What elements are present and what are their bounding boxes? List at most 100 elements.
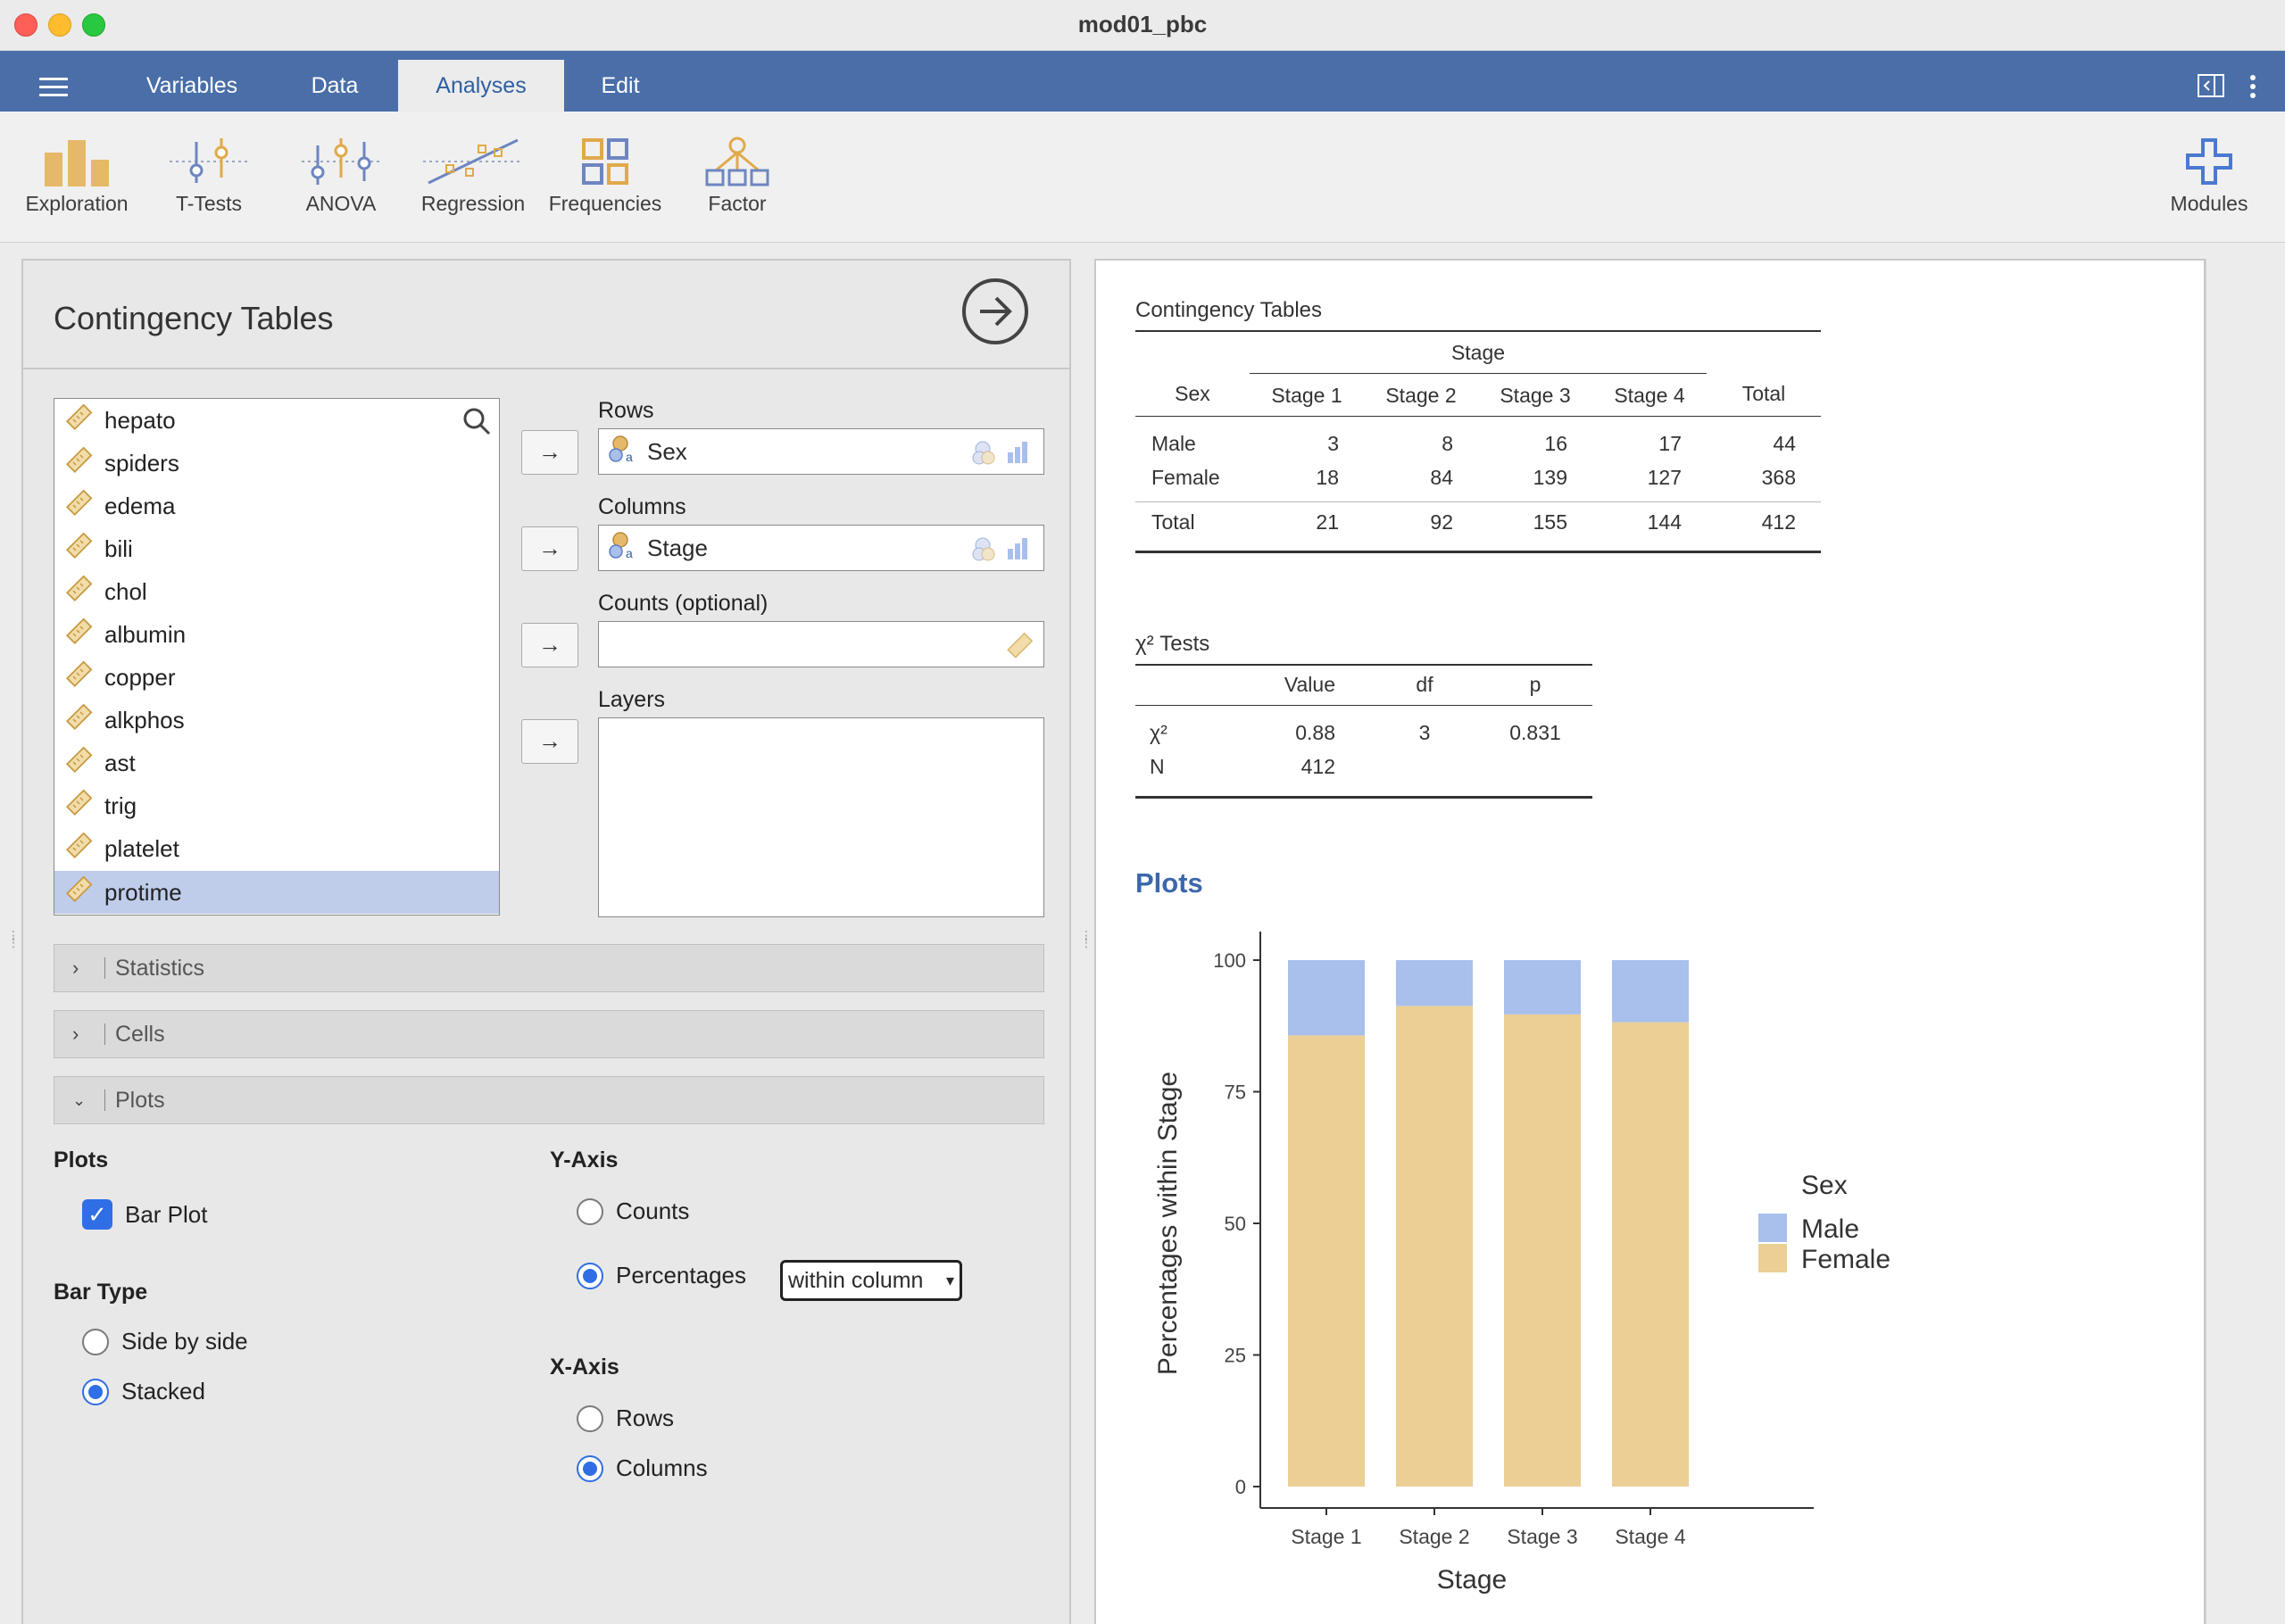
stacked-radio[interactable]: Stacked [82,1378,205,1405]
table-row-label: Total [1151,510,1195,534]
regression-label: Regression [420,192,526,215]
more-options-icon[interactable] [2249,74,2256,105]
chevron-down-icon: ⌄ [72,1091,87,1109]
run-analysis-button[interactable] [962,278,1028,344]
legend-swatch-female [1758,1244,1787,1272]
variable-list-item[interactable]: bili [54,527,499,570]
t-tests-button[interactable]: T-Tests [142,137,276,216]
move-to-columns-button[interactable]: → [521,526,578,571]
percentages-within-select[interactable]: within column ▾ [780,1260,962,1301]
x-columns-radio[interactable]: Columns [577,1454,708,1482]
move-to-rows-button[interactable]: → [521,430,578,475]
group-header-rule [1250,373,1707,374]
frequencies-icon [582,138,628,185]
variable-list-item[interactable]: edema [54,485,499,527]
variable-list-item[interactable]: trig [54,785,499,828]
arrow-right-icon [980,296,1012,327]
t-tests-icon [170,138,248,183]
bar-plot-label: Bar Plot [125,1200,208,1228]
rows-field[interactable]: a Sex [598,428,1044,475]
stacked-bar-chart: 0 25 50 75 100 Stage 1 Stage 2 Stage 3 Stage 4 St… [1153,932,1890,1595]
variable-list-item[interactable]: hepato [54,399,499,442]
cells-section-header[interactable]: › Cells [54,1010,1044,1058]
variable-name: albumin [104,621,187,649]
side-by-side-radio[interactable]: Side by side [82,1328,248,1355]
variable-list-item[interactable]: chol [54,570,499,613]
svg-text:a: a [626,546,633,560]
chisq-top-rule [1135,664,1592,666]
bar-plot-checkbox[interactable]: ✓ Bar Plot [82,1199,208,1230]
radio-on-icon [577,1262,603,1289]
chevron-down-icon: ▾ [945,1272,954,1289]
variable-name: hepato [104,406,176,434]
table-cell: 17 [1658,432,1682,455]
results-scroll-area[interactable] [2206,259,2285,1624]
modules-button[interactable]: Modules [2142,137,2276,216]
chevron-right-icon: › [72,957,79,979]
exploration-label: Exploration [25,192,129,215]
legend-label: Female [1801,1245,1890,1274]
ruler-icon [63,531,94,568]
chisq-cell: 0.88 [1295,721,1335,744]
anova-button[interactable]: ANOVA [274,137,408,216]
plots-section-header[interactable]: ⌄ Plots [54,1076,1044,1124]
table-cell: 8 [1442,432,1453,455]
variable-name: spiders [104,449,179,476]
percentages-radio[interactable]: Percentages [577,1262,746,1289]
middle-splitter-handle[interactable]: ⋮ ⋮ [1080,929,1093,949]
chisq-bottom-rule [1135,796,1592,799]
factor-button[interactable]: Factor [670,137,804,216]
frequencies-button[interactable]: Frequencies [538,137,672,216]
title-divider [23,368,1069,369]
y-axis-heading: Y-Axis [550,1148,619,1172]
frequencies-label: Frequencies [548,192,662,215]
tab-edit[interactable]: Edit [580,60,661,112]
variable-list-item[interactable]: albumin [54,613,499,656]
col-header: Stage 3 [1500,384,1571,407]
rows-variable: Sex [647,437,687,465]
exploration-button[interactable]: Exploration [10,137,144,216]
move-to-counts-button[interactable]: → [521,623,578,667]
toggle-panel-icon[interactable] [2198,74,2224,104]
col-header: Stage 4 [1614,384,1685,407]
x-axis-title: Stage [1437,1565,1507,1595]
factor-icon [705,137,769,186]
y-tick-label: 0 [1235,1476,1246,1498]
chisq-col-header: df [1416,673,1433,696]
variable-name: copper [104,664,176,692]
chisq-col-header: p [1529,673,1541,696]
variable-name: bili [104,534,133,562]
hamburger-menu-icon[interactable] [39,78,68,102]
header-rule [1135,416,1821,417]
variable-list-item[interactable]: protime [54,871,499,915]
tab-data[interactable]: Data [286,60,384,112]
x-rows-radio[interactable]: Rows [577,1404,674,1432]
tab-variables[interactable]: Variables [125,60,259,112]
variable-list-item[interactable]: ast [54,742,499,785]
layers-field[interactable] [598,717,1044,917]
x-tick-label: Stage 2 [1399,1525,1469,1548]
variable-list[interactable]: hepato spiders edema bili chol albumin copper a… [54,398,500,916]
stacked-label: Stacked [121,1378,205,1404]
factor-label: Factor [708,192,767,215]
statistics-section-header[interactable]: › Statistics [54,944,1044,992]
tab-analyses[interactable]: Analyses [398,60,564,112]
exploration-icon [45,140,109,186]
search-icon[interactable] [462,407,491,440]
regression-button[interactable]: Regression [406,137,540,216]
variable-list-item[interactable]: platelet [54,828,499,871]
left-splitter-handle[interactable]: ⋮ ⋮ [7,929,20,949]
stage-group-header: Stage [1450,341,1506,364]
percentages-label: Percentages [616,1262,746,1288]
options-panel: Contingency Tables hepato spiders edema bil… [21,259,1071,1624]
modules-label: Modules [2170,192,2248,215]
counts-radio[interactable]: Counts [577,1197,689,1225]
counts-field[interactable] [598,621,1044,667]
columns-field[interactable]: a Stage [598,525,1044,571]
variable-list-item[interactable]: alkphos [54,700,499,742]
rows-label: Rows [598,398,654,423]
table-cell: 139 [1533,466,1567,489]
move-to-layers-button[interactable]: → [521,719,578,764]
variable-list-item[interactable]: spiders [54,442,499,485]
variable-list-item[interactable]: copper [54,657,499,700]
